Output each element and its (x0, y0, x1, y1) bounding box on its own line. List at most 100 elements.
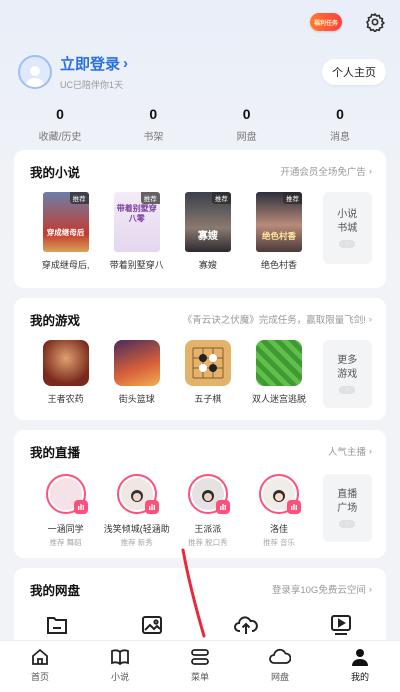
tab-home[interactable]: 首页 (0, 641, 80, 692)
disk-login-link[interactable]: 登录享10G免费云空间 › (271, 582, 372, 597)
stat-disk[interactable]: 0 网盘 (207, 106, 287, 143)
more-games-tile[interactable]: 更多 游戏 › (322, 340, 372, 408)
streamer-name: 一涵同学 (47, 524, 84, 534)
novel-store-label: 小说 (337, 209, 358, 220)
cloud-upload-icon[interactable] (233, 612, 259, 638)
homepage-button[interactable]: 个人主页 (322, 59, 386, 85)
live-indicator-icon (215, 500, 230, 514)
image-icon[interactable] (139, 612, 165, 638)
games-promo-link[interactable]: 《青云诀之伏魔》完成任务，赢取限量飞剑! › (182, 312, 372, 327)
bottom-tab-bar: 首页 小说 菜单 网盘 我的 (0, 640, 400, 692)
login-link[interactable]: 立即登录 › (60, 53, 322, 74)
book-cover: 推荐 寡嫂 (184, 192, 231, 252)
tab-novel[interactable]: 小说 (80, 641, 160, 692)
user-icon (352, 649, 368, 666)
cover-title: 绝色村香 (261, 231, 296, 241)
popular-streamers-link[interactable]: 人气主播 › (327, 444, 372, 459)
live-link-label: 人气主播 (327, 447, 366, 458)
cover-title: 带着别墅穿八零 (116, 204, 157, 223)
cloud-icon (269, 648, 291, 664)
game-item[interactable]: 五子棋 (172, 340, 243, 408)
game-item[interactable]: 街头篮球 (101, 340, 172, 408)
chevron-right-icon: › (368, 583, 372, 595)
game-icon (255, 340, 302, 386)
book-title: 寡嫂 (198, 260, 217, 270)
novel-store-tile[interactable]: 小说 书城 › (322, 192, 372, 264)
video-icon[interactable] (328, 612, 354, 638)
streamer-category: 推荐 音乐 (262, 538, 296, 547)
arrow-right-icon: › (339, 520, 356, 528)
book-item[interactable]: 推荐 寡嫂 寡嫂 (172, 192, 243, 271)
streamer-avatar (187, 474, 230, 514)
stat-favorites[interactable]: 0 收藏/历史 (20, 106, 100, 143)
gear-icon[interactable] (364, 11, 386, 33)
streamer-category: 推荐 新秀 (120, 538, 153, 547)
book-cover: 推荐 绝色村香 (255, 192, 302, 252)
game-title: 王者农药 (47, 394, 84, 404)
welfare-badge-label: 福利任务 (313, 20, 338, 27)
game-item[interactable]: 双人迷宫逃脱 (243, 340, 314, 408)
streamer-category: 推荐 舞蹈 (49, 538, 82, 547)
streamer-avatar (116, 474, 159, 514)
stat-value: 0 (336, 106, 344, 122)
book-item[interactable]: 推荐 带着别墅穿八零 带着别墅穿八 (101, 192, 172, 271)
game-title: 双人迷宫逃脱 (251, 394, 306, 404)
tab-label: 首页 (30, 672, 49, 682)
streamer-name: 王派派 (194, 524, 222, 534)
recommend-tag: 推荐 (69, 192, 89, 204)
profile-subtitle: UC已陪伴你1天 (60, 80, 124, 90)
stat-label: 消息 (329, 132, 350, 143)
game-icon (184, 340, 231, 386)
stats-row: 0 收藏/历史 0 书架 0 网盘 0 消息 (20, 106, 380, 143)
book-cover: 推荐 带着别墅穿八零 (113, 192, 160, 252)
folder-icon[interactable] (44, 612, 70, 638)
board-grid (192, 347, 224, 379)
live-card: 我的直播 人气主播› 一涵同学 推荐 舞蹈 浅笑倾城(轻涵助… 推荐 新秀 王派… (14, 430, 386, 558)
recommend-tag: 推荐 (282, 192, 302, 204)
tab-disk[interactable]: 网盘 (240, 641, 320, 692)
streamer-avatar (45, 474, 88, 514)
menu-icon (191, 649, 209, 665)
stat-value: 0 (242, 106, 251, 122)
cover-title: 穿成继母后 (46, 228, 85, 237)
book-item[interactable]: 推荐 绝色村香 绝色村香 (243, 192, 314, 271)
more-games-label: 更多 (337, 355, 358, 366)
book-title: 绝色村香 (260, 260, 297, 270)
live-title: 我的直播 (30, 445, 81, 460)
book-icon (111, 649, 129, 666)
streamer-item[interactable]: 一涵同学 推荐 舞蹈 (30, 474, 101, 548)
stat-label: 收藏/历史 (38, 132, 82, 143)
games-link-label: 《青云诀之伏魔》完成任务，赢取限量飞剑! (182, 315, 366, 326)
novels-vip-link[interactable]: 开通会员全场免广告 › (280, 164, 372, 179)
tab-mine[interactable]: 我的 (320, 641, 400, 692)
stat-messages[interactable]: 0 消息 (300, 106, 380, 143)
profile-row: 立即登录 › UC已陪伴你1天 个人主页 (18, 52, 386, 92)
disk-link-label: 登录享10G免费云空间 (271, 585, 366, 596)
disk-card: 我的网盘 登录享10G免费云空间 › (14, 568, 386, 648)
avatar[interactable] (18, 55, 52, 89)
chevron-right-icon: › (368, 313, 372, 325)
top-bar: 福利任务 (310, 10, 386, 34)
live-indicator-icon (144, 500, 159, 514)
streamer-name: 洛佳 (269, 524, 288, 534)
live-indicator-icon (73, 500, 88, 514)
recommend-tag: 推荐 (140, 192, 160, 204)
live-square-tile[interactable]: 直播 广场 › (322, 474, 372, 542)
stat-value: 0 (56, 106, 64, 122)
streamer-item[interactable]: 王派派 推荐 脱口秀 (172, 474, 243, 548)
welfare-badge[interactable]: 福利任务 (310, 13, 342, 31)
book-title: 穿成继母后, (41, 260, 90, 270)
tab-menu[interactable]: 菜单 (160, 641, 240, 692)
login-label: 立即登录 (60, 56, 121, 73)
more-games-label: 游戏 (337, 369, 358, 380)
home-icon (32, 648, 48, 665)
stat-bookshelf[interactable]: 0 书架 (113, 106, 193, 143)
streamer-item[interactable]: 洛佳 推荐 音乐 (243, 474, 314, 548)
tab-label: 菜单 (190, 672, 209, 682)
book-title: 带着别墅穿八 (109, 260, 164, 270)
book-item[interactable]: 推荐 穿成继母后 穿成继母后, (30, 192, 101, 271)
streamer-item[interactable]: 浅笑倾城(轻涵助… 推荐 新秀 (101, 474, 172, 548)
live-square-label: 直播 (337, 489, 358, 500)
game-title: 五子棋 (194, 394, 222, 404)
game-item[interactable]: 王者农药 (30, 340, 101, 408)
